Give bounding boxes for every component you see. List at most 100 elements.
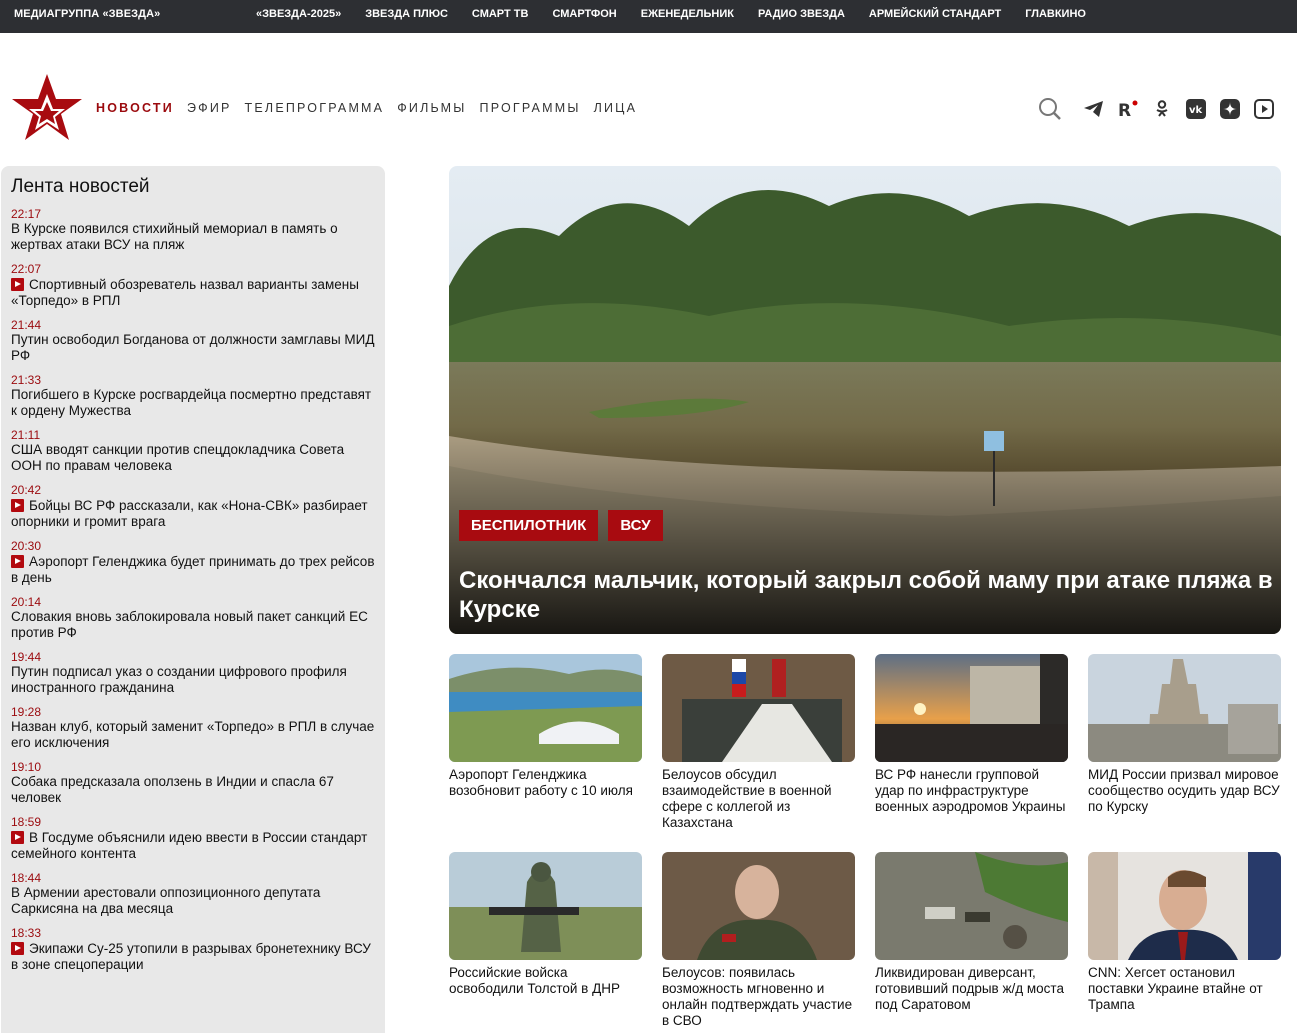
feed-item-time: 19:44 [11, 650, 42, 664]
card-title: Белоусов обсудил взаимодействие в военно… [662, 767, 832, 830]
feed-item-time: 22:07 [11, 262, 42, 276]
feed-item-title: Словакия вновь заблокировала новый пакет… [11, 609, 368, 640]
hero-image [449, 166, 1281, 634]
video-icon[interactable] [1252, 97, 1276, 121]
tag-drone[interactable]: БЕСПИЛОТНИК [459, 510, 599, 541]
svg-text:R: R [1118, 101, 1131, 118]
feed-item-title: Бойцы ВС РФ рассказали, как «Нона-СВК» р… [11, 498, 368, 529]
feed-item-time: 21:33 [11, 373, 42, 387]
card-title: МИД России призвал мировое сообщество ос… [1088, 767, 1280, 814]
hero-tags: БЕСПИЛОТНИК ВСУ [459, 510, 673, 541]
card-title: Ликвидирован диверсант, готовивший подры… [875, 965, 1064, 1012]
vk-icon[interactable]: vk [1184, 97, 1208, 121]
card-thumbnail [875, 654, 1068, 762]
nav-tv-schedule[interactable]: ТЕЛЕПРОГРАММА [245, 101, 385, 115]
top-link-army-standard[interactable]: АРМЕЙСКИЙ СТАНДАРТ [869, 8, 1001, 20]
feed-item-time: 21:11 [11, 428, 41, 442]
feed-item-title: Собака предсказала оползень в Индии и сп… [11, 774, 334, 805]
nav-news[interactable]: НОВОСТИ [96, 101, 174, 115]
video-play-icon [11, 555, 24, 568]
hero-headline[interactable]: Скончался мальчик, который закрыл собой … [459, 566, 1274, 624]
feed-item-title: Путин освободил Богданова от должности з… [11, 332, 375, 363]
card-thumbnail [875, 852, 1068, 960]
feed-item-time: 19:28 [11, 705, 42, 719]
feed-item-time: 20:14 [11, 595, 42, 609]
news-feed: Лента новостей 22:17 В Курске появился ст… [1, 166, 385, 1033]
svg-text:vk: vk [1189, 105, 1203, 116]
feed-item[interactable]: 22:07 Спортивный обозреватель назвал вари… [11, 262, 375, 309]
feed-item[interactable]: 22:17 В Курске появился стихийный мемориа… [11, 207, 375, 253]
search-icon[interactable] [1038, 97, 1062, 121]
card-title: CNN: Хегсет остановил поставки Украине в… [1088, 965, 1263, 1012]
news-card[interactable]: Белоусов: появилась возможность мгновенн… [662, 852, 855, 1029]
feed-item-title: США вводят санкции против спецдокладчика… [11, 442, 345, 473]
card-thumbnail [1088, 654, 1281, 762]
nav-programs[interactable]: ПРОГРАММЫ [480, 101, 581, 115]
feed-item-time: 22:17 [11, 207, 42, 221]
feed-item-time: 21:44 [11, 318, 42, 332]
feed-item[interactable]: 19:28 Назван клуб, который заменит «Торпе… [11, 705, 375, 751]
video-play-icon [11, 831, 24, 844]
dzen-icon[interactable] [1218, 97, 1242, 121]
card-thumbnail [449, 654, 642, 762]
main-nav: НОВОСТИ ЭФИР ТЕЛЕПРОГРАММА ФИЛЬМЫ ПРОГРА… [96, 101, 650, 115]
top-link-smartphone[interactable]: СМАРТФОН [552, 8, 616, 20]
top-link-zvezda-plus[interactable]: ЗВЕЗДА ПЛЮС [365, 8, 448, 20]
nav-films[interactable]: ФИЛЬМЫ [397, 101, 466, 115]
mediagroup-link[interactable]: МЕДИАГРУППА «ЗВЕЗДА» [14, 8, 160, 20]
feed-item-title: Назван клуб, который заменит «Торпедо» в… [11, 719, 375, 750]
news-card[interactable]: Российские войска освободили Толстой в Д… [449, 852, 642, 997]
rutube-icon[interactable]: R [1116, 97, 1140, 121]
feed-item[interactable]: 18:33 Экипажи Су-25 утопили в разрывах бр… [11, 926, 375, 973]
top-link-glavkino[interactable]: ГЛАВКИНО [1025, 8, 1086, 20]
top-link-weekly[interactable]: ЕЖЕНЕДЕЛЬНИК [641, 8, 734, 20]
feed-item-title: В Армении арестовали оппозиционного депу… [11, 885, 321, 916]
feed-item-title: Аэропорт Геленджика будет принимать до т… [11, 554, 375, 585]
feed-item-time: 20:42 [11, 483, 42, 497]
news-card[interactable]: ВС РФ нанесли групповой удар по инфрастр… [875, 654, 1068, 815]
top-links: «ЗВЕЗДА-2025» ЗВЕЗДА ПЛЮС СМАРТ ТВ СМАРТ… [256, 8, 1110, 20]
feed-item[interactable]: 19:10 Собака предсказала оползень в Индии… [11, 760, 375, 806]
top-bar: МЕДИАГРУППА «ЗВЕЗДА» «ЗВЕЗДА-2025» ЗВЕЗД… [0, 0, 1297, 33]
card-thumbnail [449, 852, 642, 960]
odnoklassniki-icon[interactable] [1150, 97, 1174, 121]
feed-item[interactable]: 20:30 Аэропорт Геленджика будет принимать… [11, 539, 375, 586]
hero-story[interactable]: БЕСПИЛОТНИК ВСУ Скончался мальчик, котор… [449, 166, 1281, 634]
feed-item[interactable]: 21:44 Путин освободил Богданова от должно… [11, 318, 375, 364]
top-link-smart-tv[interactable]: СМАРТ ТВ [472, 8, 529, 20]
news-card[interactable]: Аэропорт Геленджика возобновит работу с … [449, 654, 642, 799]
feed-item[interactable]: 20:14 Словакия вновь заблокировала новый … [11, 595, 375, 641]
card-title: Российские войска освободили Толстой в Д… [449, 965, 620, 996]
top-link-radio[interactable]: РАДИО ЗВЕЗДА [758, 8, 845, 20]
news-card[interactable]: МИД России призвал мировое сообщество ос… [1088, 654, 1281, 815]
feed-item-title: В Курске появился стихийный мемориал в п… [11, 221, 338, 252]
feed-list: 22:17 В Курске появился стихийный мемориа… [11, 207, 375, 973]
telegram-icon[interactable] [1082, 97, 1106, 121]
card-thumbnail [1088, 852, 1281, 960]
card-thumbnail [662, 852, 855, 960]
header-icons: R vk [1038, 97, 1286, 121]
nav-faces[interactable]: ЛИЦА [594, 101, 638, 115]
feed-item-title: В Госдуме объяснили идею ввести в России… [11, 830, 368, 861]
card-title: ВС РФ нанесли групповой удар по инфрастр… [875, 767, 1066, 814]
nav-live[interactable]: ЭФИР [187, 101, 232, 115]
feed-item[interactable]: 19:44 Путин подписал указ о создании цифр… [11, 650, 375, 696]
news-card[interactable]: CNN: Хегсет остановил поставки Украине в… [1088, 852, 1281, 1013]
feed-item-time: 18:59 [11, 815, 42, 829]
news-card[interactable]: Белоусов обсудил взаимодействие в военно… [662, 654, 855, 831]
card-thumbnail [662, 654, 855, 762]
feed-item[interactable]: 20:42 Бойцы ВС РФ рассказали, как «Нона-С… [11, 483, 375, 530]
feed-item[interactable]: 18:44 В Армении арестовали оппозиционного… [11, 871, 375, 917]
feed-item-title: Путин подписал указ о создании цифрового… [11, 664, 347, 695]
news-card[interactable]: Ликвидирован диверсант, готовивший подры… [875, 852, 1068, 1013]
tag-afu[interactable]: ВСУ [608, 510, 663, 541]
feed-item[interactable]: 18:59 В Госдуме объяснили идею ввести в Р… [11, 815, 375, 862]
feed-item[interactable]: 21:33 Погибшего в Курске росгвардейца пос… [11, 373, 375, 419]
feed-item-time: 18:44 [11, 871, 42, 885]
feed-item-time: 19:10 [11, 760, 42, 774]
feed-item[interactable]: 21:11 США вводят санкции против спецдокла… [11, 428, 375, 474]
top-link-zvezda-2025[interactable]: «ЗВЕЗДА-2025» [256, 8, 341, 20]
video-play-icon [11, 942, 24, 955]
feed-item-time: 18:33 [11, 926, 42, 940]
zvezda-logo[interactable] [10, 72, 84, 142]
